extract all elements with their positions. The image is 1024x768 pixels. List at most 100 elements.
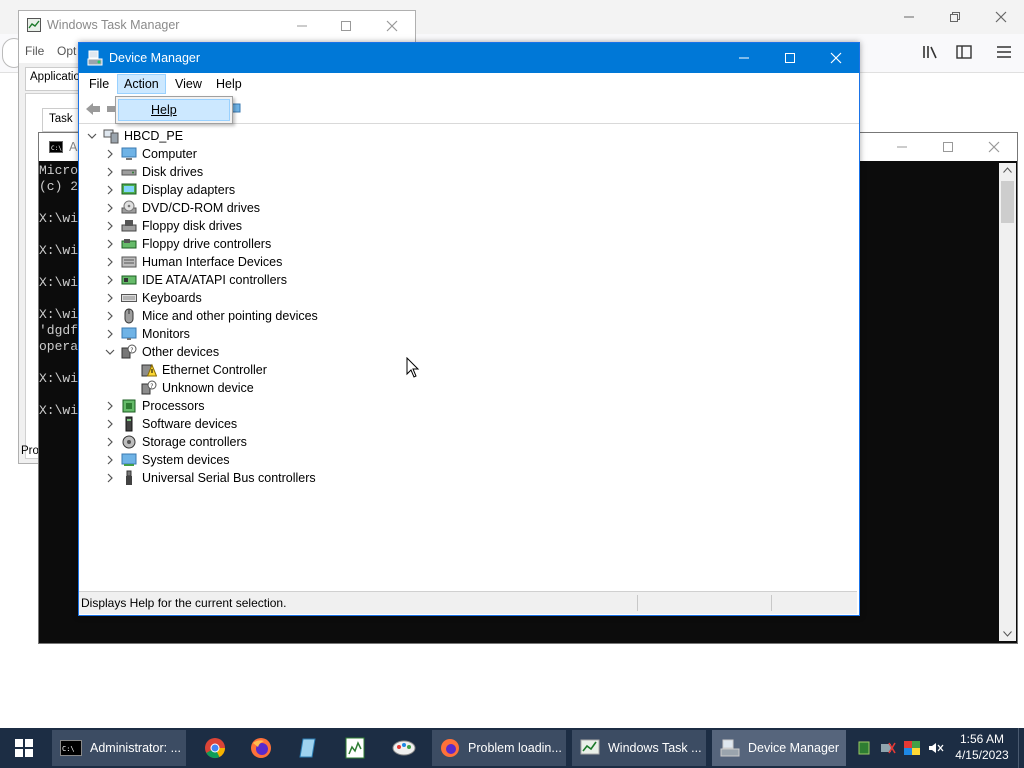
chevron-right-icon[interactable] (103, 183, 117, 197)
dm-minimize-button[interactable] (721, 43, 767, 73)
tm-menu-file[interactable]: File (25, 44, 44, 58)
chevron-right-icon[interactable] (103, 147, 117, 161)
chevron-down-icon[interactable] (103, 345, 117, 359)
tm-minimize-button[interactable] (279, 11, 325, 41)
console-scroll-thumb[interactable] (1001, 181, 1014, 223)
spreadsheet-icon[interactable] (344, 728, 368, 768)
chevron-right-icon[interactable] (103, 219, 117, 233)
menu-view[interactable]: View (175, 77, 202, 91)
tree-category-item[interactable]: Keyboards (103, 289, 202, 307)
console-scrollbar[interactable] (999, 163, 1016, 641)
tray-color-icon[interactable] (904, 728, 922, 768)
tree-category-item[interactable]: Human Interface Devices (103, 253, 282, 271)
volume-muted-icon[interactable] (928, 728, 946, 768)
tree-category-item[interactable]: Monitors (103, 325, 190, 343)
scroll-up-icon[interactable] (1003, 167, 1012, 173)
tree-category-item[interactable]: Processors (103, 397, 205, 415)
taskbar-app-device-manager[interactable]: Device Manager (712, 730, 846, 766)
tree-category-item[interactable]: IDE ATA/ATAPI controllers (103, 271, 287, 289)
chevron-right-icon[interactable] (103, 165, 117, 179)
library-icon[interactable] (922, 44, 940, 60)
back-arrow-icon[interactable] (85, 102, 101, 116)
tree-category-item[interactable]: Floppy drive controllers (103, 235, 271, 253)
taskbar-app-task-manager-label: Windows Task ... (608, 741, 702, 755)
browser-close-button[interactable] (978, 2, 1024, 32)
tree-category-item[interactable]: DVD/CD-ROM drives (103, 199, 260, 217)
console-minimize-button[interactable] (879, 132, 925, 162)
tree-item-label: Disk drives (142, 165, 204, 179)
action-menu-help-item[interactable]: Help (118, 99, 230, 121)
firefox-icon (441, 739, 459, 757)
taskbar-app-firefox[interactable]: Problem loadin... (432, 730, 566, 766)
usb-icon (121, 470, 142, 486)
tree-category-item[interactable]: Software devices (103, 415, 237, 433)
sidebar-icon[interactable] (956, 44, 972, 60)
tree-category-item[interactable]: Universal Serial Bus controllers (103, 469, 316, 487)
tree-category-item[interactable]: ? Other devices (103, 343, 219, 361)
tree-category-item[interactable]: Floppy disk drives (103, 217, 242, 235)
show-desktop-button[interactable] (1018, 728, 1024, 768)
tree-category-item[interactable]: Mice and other pointing devices (103, 307, 318, 325)
taskbar-app-task-manager[interactable]: Windows Task ... (572, 730, 706, 766)
taskbar-app-console-label: Administrator: ... (90, 741, 181, 755)
chevron-right-icon[interactable] (103, 327, 117, 341)
tray-green-square-icon[interactable] (858, 728, 874, 768)
tree-item-label: Mice and other pointing devices (142, 309, 318, 323)
tree-category-item[interactable]: Display adapters (103, 181, 235, 199)
tree-category-item[interactable]: System devices (103, 451, 230, 469)
hamburger-menu-icon[interactable] (996, 44, 1012, 60)
chevron-right-icon[interactable] (103, 471, 117, 485)
tree-item-label: System devices (142, 453, 230, 467)
tree-root-item[interactable]: HBCD_PE (85, 127, 183, 145)
notepad-icon[interactable] (298, 728, 322, 768)
menu-action[interactable]: Action (117, 74, 166, 94)
paint-icon[interactable] (392, 728, 418, 768)
browser-minimize-button[interactable] (886, 2, 932, 32)
chevron-right-icon[interactable] (103, 255, 117, 269)
tree-category-item[interactable]: Disk drives (103, 163, 203, 181)
taskbar-clock[interactable]: 1:56 AM 4/15/2023 (950, 731, 1014, 763)
clock-time: 1:56 AM (959, 732, 1005, 746)
taskbar: C:\ Administrator: ... Problem loadin...… (0, 728, 1024, 768)
chevron-right-icon[interactable] (103, 435, 117, 449)
ide-controller-icon (121, 272, 142, 288)
menu-help[interactable]: Help (216, 77, 242, 91)
console-line: X:\wi (39, 403, 79, 418)
console-maximize-button[interactable] (925, 132, 971, 162)
firefox-icon[interactable] (250, 728, 274, 768)
tm-close-button[interactable] (369, 11, 415, 41)
tm-status-label: Pro (21, 445, 39, 457)
tree-child-item[interactable]: Ethernet Controller (141, 361, 267, 379)
chevron-right-icon[interactable] (103, 309, 117, 323)
chevron-down-icon[interactable] (85, 129, 99, 143)
tray-network-icon[interactable] (880, 728, 898, 768)
disk-drive-icon (121, 164, 142, 180)
chevron-right-icon[interactable] (103, 237, 117, 251)
console-line: 'dgdf (39, 323, 79, 338)
console-line: X:\wi (39, 243, 79, 258)
chevron-right-icon[interactable] (103, 417, 117, 431)
taskbar-app-console[interactable]: C:\ Administrator: ... (52, 730, 186, 766)
chevron-right-icon[interactable] (103, 201, 117, 215)
status-divider (771, 595, 772, 611)
chevron-right-icon[interactable] (103, 399, 117, 413)
chevron-right-icon[interactable] (103, 273, 117, 287)
chrome-icon[interactable] (204, 728, 228, 768)
menu-file[interactable]: File (89, 77, 109, 91)
console-line: opera (39, 339, 79, 354)
console-close-button[interactable] (971, 132, 1017, 162)
chevron-right-icon[interactable] (103, 291, 117, 305)
tree-child-item[interactable]: ? Unknown device (141, 379, 254, 397)
scroll-down-icon[interactable] (1003, 631, 1012, 637)
tm-menu-options[interactable]: Opt (57, 44, 76, 58)
browser-restore-button[interactable] (932, 2, 978, 32)
tree-category-item[interactable]: Computer (103, 145, 197, 163)
tm-maximize-button[interactable] (323, 11, 369, 41)
dm-maximize-button[interactable] (767, 43, 813, 73)
dm-close-button[interactable] (813, 43, 859, 73)
tree-category-item[interactable]: Storage controllers (103, 433, 247, 451)
chevron-right-icon[interactable] (103, 453, 117, 467)
start-button[interactable] (0, 728, 48, 768)
